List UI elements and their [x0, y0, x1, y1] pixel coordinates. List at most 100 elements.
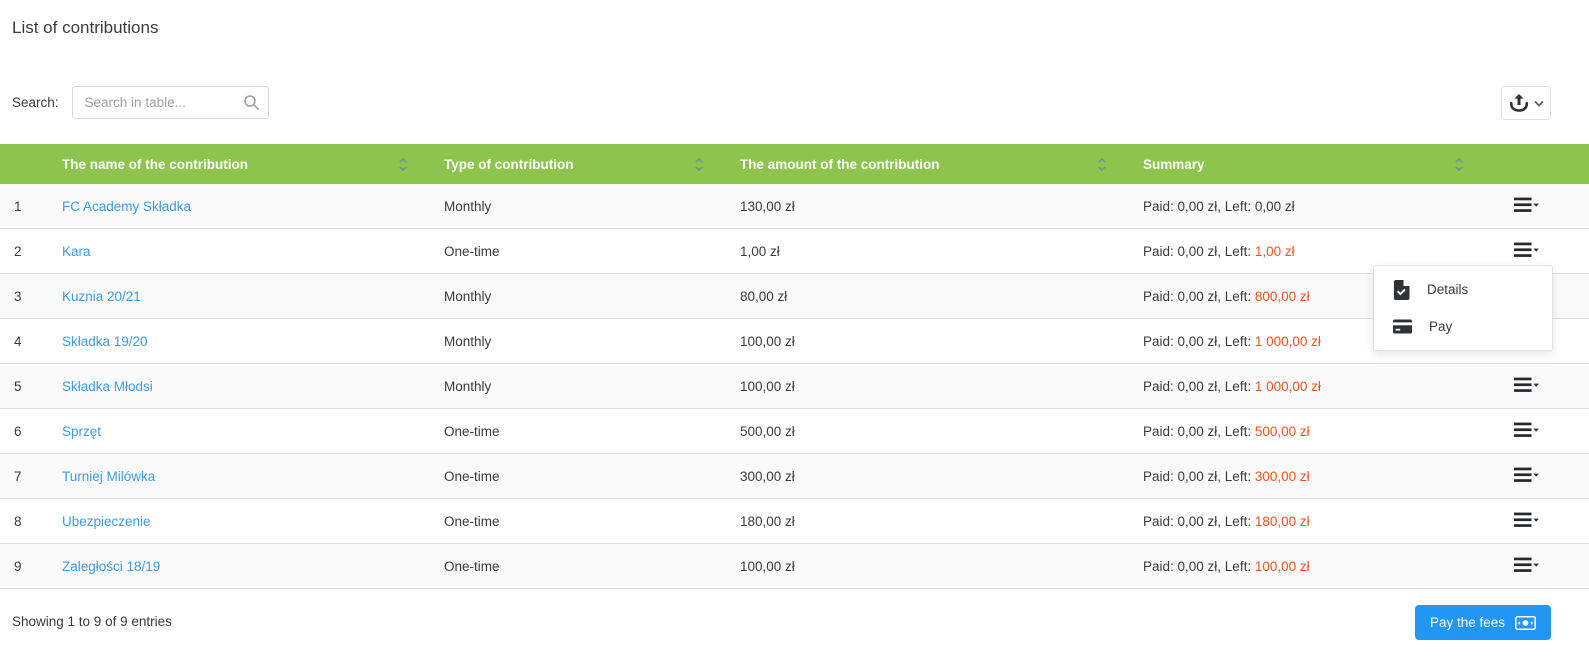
menu-item-label: Pay [1429, 319, 1453, 334]
contribution-name-cell: FC Academy Składka [62, 184, 444, 229]
sort-icon [1454, 157, 1464, 172]
row-actions-menu-button[interactable] [1514, 197, 1539, 213]
row-actions-cell [1500, 498, 1589, 544]
summary-prefix: Paid: 0,00 zł, Left: [1143, 288, 1252, 304]
export-icon [1509, 93, 1528, 112]
hamburger-menu-icon [1514, 197, 1539, 212]
row-summary-cell: Paid: 0,00 zł, Left: 100,00 zł [1143, 543, 1500, 589]
contribution-link[interactable]: Składka 19/20 [62, 334, 148, 349]
header-amount-label: The amount of the contribution [740, 156, 940, 172]
hamburger-menu-icon [1514, 422, 1539, 437]
search-bar: Search: [12, 86, 269, 119]
sort-icon [694, 157, 704, 172]
menu-item-pay[interactable]: Pay [1374, 308, 1552, 345]
hamburger-menu-icon [1514, 512, 1539, 527]
summary-prefix: Paid: 0,00 zł, Left: [1143, 513, 1252, 529]
entries-summary: Showing 1 to 9 of 9 entries [12, 614, 172, 629]
row-index: 7 [0, 453, 62, 499]
contribution-link[interactable]: FC Academy Składka [62, 199, 191, 214]
summary-left-value: 500,00 zł [1254, 423, 1310, 439]
hamburger-menu-icon [1514, 467, 1539, 482]
summary-prefix: Paid: 0,00 zł, Left: [1143, 558, 1252, 574]
header-actions-column [1500, 144, 1589, 184]
contribution-name-cell: Zaległości 18/19 [62, 543, 444, 589]
banknote-icon [1515, 615, 1536, 630]
contribution-amount-cell: 100,00 zł [740, 318, 1143, 364]
contribution-name-cell: Kara [62, 228, 444, 274]
row-summary-cell: Paid: 0,00 zł, Left: 0,00 zł [1143, 184, 1500, 229]
table-row: 7 Turniej Milówka One-time 300,00 zł Paid: 0… [0, 453, 1589, 499]
pay-the-fees-label: Pay the fees [1429, 615, 1505, 630]
table-row: 1 FC Academy Składka Monthly 130,00 zł Paid:… [0, 184, 1589, 229]
row-actions-cell [1500, 453, 1589, 499]
export-button[interactable] [1501, 86, 1551, 120]
header-index-column [0, 144, 62, 184]
row-actions-menu-button[interactable] [1514, 242, 1539, 258]
search-input[interactable] [71, 86, 269, 119]
row-summary-cell: Paid: 0,00 zł, Left: 300,00 zł [1143, 453, 1500, 499]
summary-prefix: Paid: 0,00 zł, Left: [1143, 378, 1252, 394]
row-actions-menu-button[interactable] [1514, 557, 1539, 573]
row-actions-menu-button[interactable] [1514, 467, 1539, 483]
contribution-name-cell: Składka 19/20 [62, 318, 444, 364]
contribution-link[interactable]: Kara [62, 244, 91, 259]
contributions-page: List of contributions Search: Search in … [0, 0, 1589, 663]
table-row: 6 Sprzęt One-time 500,00 zł Paid: 0,00 zł, L… [0, 408, 1589, 454]
contributions-table: The name of the contribution Type of con… [0, 144, 1589, 589]
hamburger-menu-icon [1514, 377, 1539, 392]
contribution-link[interactable]: Turniej Milówka [62, 469, 155, 484]
row-index: 8 [0, 498, 62, 544]
table-row: 2 Kara One-time 1,00 zł Paid: 0,00 zł, Left:… [0, 228, 1589, 274]
contribution-link[interactable]: Sprzęt [62, 424, 101, 439]
header-summary-column[interactable]: Summary [1143, 144, 1500, 184]
contribution-type-cell: One-time [444, 408, 740, 454]
row-summary-cell: Paid: 0,00 zł, Left: 500,00 zł [1143, 408, 1500, 454]
summary-left-value: 800,00 zł [1254, 288, 1310, 304]
row-actions-menu-button[interactable] [1514, 512, 1539, 528]
row-index: 3 [0, 273, 62, 319]
contribution-link[interactable]: Składka Młodsi [62, 379, 153, 394]
contribution-amount-cell: 500,00 zł [740, 408, 1143, 454]
row-actions-cell [1500, 408, 1589, 454]
contribution-amount-cell: 180,00 zł [740, 498, 1143, 544]
hamburger-menu-icon [1514, 242, 1539, 257]
summary-prefix: Paid: 0,00 zł, Left: [1143, 468, 1252, 484]
menu-item-details[interactable]: Details [1374, 271, 1552, 308]
pay-the-fees-button[interactable]: Pay the fees [1414, 605, 1551, 640]
contribution-name-cell: Ubezpieczenie [62, 498, 444, 544]
summary-left-value: 300,00 zł [1254, 468, 1310, 484]
header-amount-column[interactable]: The amount of the contribution [740, 144, 1143, 184]
header-type-column[interactable]: Type of contribution [444, 144, 740, 184]
table-row: 4 Składka 19/20 Monthly 100,00 zł Paid: 0,00… [0, 318, 1589, 364]
table-header: The name of the contribution Type of con… [0, 144, 1589, 184]
row-index: 6 [0, 408, 62, 454]
contribution-name-cell: Turniej Milówka [62, 453, 444, 499]
summary-left-value: 1 000,00 zł [1254, 378, 1321, 394]
chevron-down-icon [1533, 100, 1544, 107]
contribution-type-cell: Monthly [444, 318, 740, 364]
row-actions-menu-button[interactable] [1514, 377, 1539, 393]
contribution-link[interactable]: Ubezpieczenie [62, 514, 151, 529]
summary-prefix: Paid: 0,00 zł, Left: [1143, 243, 1252, 259]
search-label: Search: [12, 95, 59, 110]
contribution-amount-cell: 100,00 zł [740, 363, 1143, 409]
header-name-column[interactable]: The name of the contribution [62, 144, 444, 184]
contribution-type-cell: One-time [444, 498, 740, 544]
summary-left-value: 1,00 zł [1254, 243, 1295, 259]
contribution-type-cell: One-time [444, 228, 740, 274]
table-row: 9 Zaległości 18/19 One-time 100,00 zł Paid: … [0, 543, 1589, 589]
contribution-link[interactable]: Zaległości 18/19 [62, 559, 160, 574]
table-row: 5 Składka Młodsi Monthly 100,00 zł Paid: 0,0… [0, 363, 1589, 409]
contribution-link[interactable]: Kuznia 20/21 [62, 289, 141, 304]
contribution-type-cell: One-time [444, 453, 740, 499]
summary-prefix: Paid: 0,00 zł, Left: [1143, 198, 1252, 214]
table-row: 3 Kuznia 20/21 Monthly 80,00 zł Paid: 0,00 z… [0, 273, 1589, 319]
header-summary-label: Summary [1143, 156, 1205, 172]
hamburger-menu-icon [1514, 557, 1539, 572]
contribution-type-cell: Monthly [444, 363, 740, 409]
row-index: 1 [0, 184, 62, 229]
search-box [71, 86, 269, 119]
row-actions-menu-button[interactable] [1514, 422, 1539, 438]
contribution-amount-cell: 1,00 zł [740, 228, 1143, 274]
contribution-name-cell: Składka Młodsi [62, 363, 444, 409]
